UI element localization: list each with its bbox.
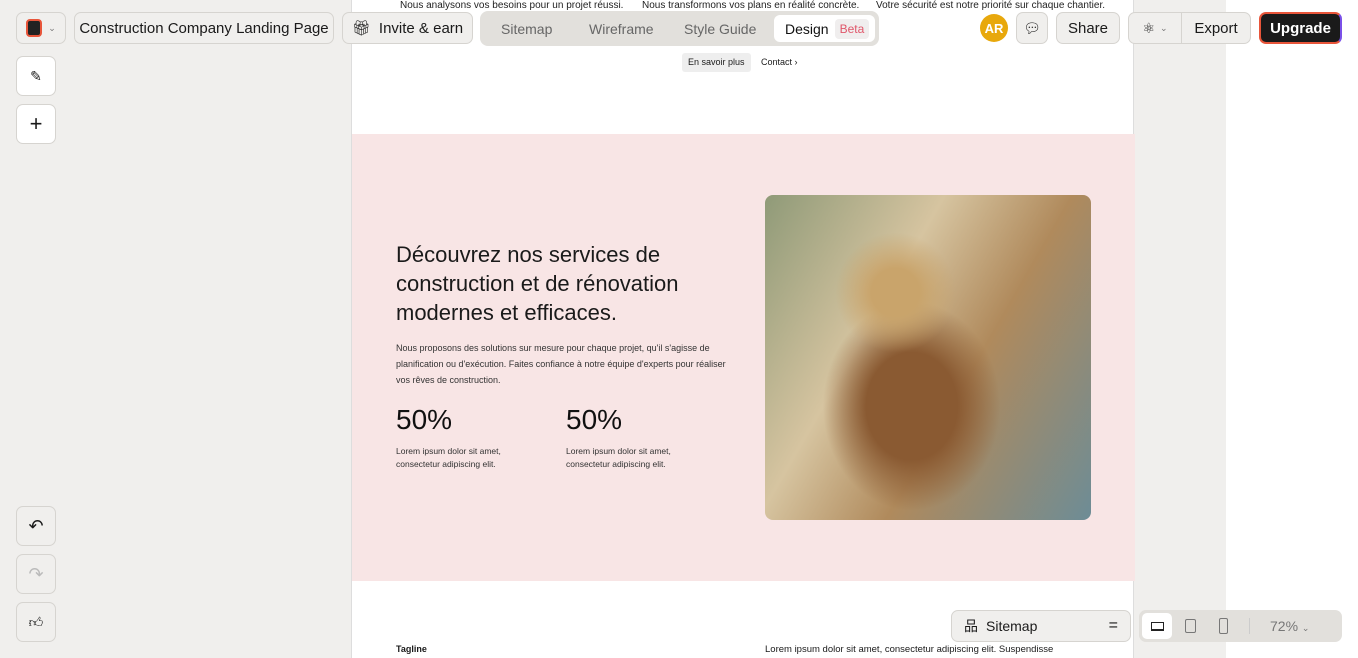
avatar[interactable]: AR — [980, 14, 1008, 42]
upgrade-button[interactable]: Upgrade — [1259, 12, 1342, 44]
stat-value: 50% — [566, 404, 623, 435]
menu-icon: = — [1108, 617, 1118, 634]
mobile-view-button[interactable] — [1219, 618, 1228, 634]
canvas-page: Nous analysons vos besoins pour un proje… — [351, 0, 1135, 658]
export-button[interactable]: Export — [1182, 20, 1250, 37]
add-button[interactable]: + — [16, 104, 56, 144]
tab-design-label: Design — [785, 20, 829, 37]
tab-wireframe[interactable]: Wireframe — [589, 15, 654, 42]
magic-wand-icon: ✎ — [30, 67, 42, 84]
chat-icon: 💬︎ — [1023, 19, 1041, 36]
tab-style-guide[interactable]: Style Guide — [684, 15, 756, 42]
chevron-right-icon: › — [794, 57, 798, 67]
feature-text: Nous analysons vos besoins pour un proje… — [400, 0, 624, 11]
right-panel — [1226, 0, 1358, 658]
export-group: ⚛ ⌄ Export — [1128, 12, 1251, 44]
sitemap-panel-toggle[interactable]: 品 Sitemap = — [951, 610, 1131, 642]
feature-text: Votre sécurité est notre priorité sur ch… — [876, 0, 1106, 11]
project-title[interactable]: Construction Company Landing Page — [74, 12, 334, 44]
gift-icon: 🎁︎ — [351, 20, 371, 37]
undo-icon: ↶ — [28, 515, 44, 536]
feature-text: Nous transformons vos plans en réalité c… — [642, 0, 860, 11]
view-tabs: Sitemap Wireframe Style Guide Design Bet… — [480, 11, 879, 46]
tagline: Tagline — [396, 644, 427, 654]
logo-icon — [26, 19, 43, 37]
undo-button[interactable]: ↶ — [16, 506, 56, 546]
share-button[interactable]: Share — [1056, 12, 1120, 44]
tablet-view-button[interactable] — [1185, 619, 1196, 633]
hero-section: Découvrez nos services de construction e… — [352, 134, 1135, 581]
sitemap-icon: 品 — [964, 618, 978, 634]
stat-value: 50% — [396, 404, 453, 435]
magic-edit-button[interactable]: ✎ — [16, 56, 56, 96]
section-text: Lorem ipsum dolor sit amet, consectetur … — [765, 644, 1054, 655]
chevron-down-icon: ⌄ — [1160, 22, 1168, 33]
learn-more-button[interactable]: En savoir plus — [682, 53, 751, 72]
react-icon: ⚛ — [1142, 19, 1155, 36]
desktop-view-button[interactable] — [1142, 613, 1172, 639]
invite-label: Invite & earn — [378, 19, 464, 37]
hero-image — [765, 195, 1091, 520]
contact-label: Contact — [761, 57, 793, 67]
comment-button[interactable]: 💬︎ — [1016, 12, 1048, 44]
tab-sitemap[interactable]: Sitemap — [501, 15, 552, 42]
chevron-down-icon: ⌄ — [1301, 623, 1310, 633]
divider — [1249, 618, 1250, 634]
beta-badge: Beta — [834, 18, 870, 39]
tab-design[interactable]: Design Beta — [774, 15, 875, 42]
redo-icon: ↷ — [28, 563, 44, 584]
sitemap-label: Sitemap — [986, 618, 1038, 634]
laptop-icon — [1150, 621, 1164, 631]
framework-select[interactable]: ⚛ ⌄ — [1129, 13, 1182, 43]
stat-desc: Lorem ipsum dolor sit amet, consectetur … — [396, 446, 501, 469]
stat-desc: Lorem ipsum dolor sit amet, consectetur … — [566, 446, 671, 469]
feedback-button[interactable]: 👍︎ — [16, 602, 56, 642]
zoom-select[interactable]: 72% ⌄ — [1270, 618, 1309, 634]
hero-title: Découvrez nos services de construction e… — [396, 242, 679, 325]
redo-button[interactable]: ↷ — [16, 554, 56, 594]
hero-body: Nous proposons des solutions sur mesure … — [396, 343, 726, 385]
chevron-down-icon: ⌄ — [48, 22, 56, 33]
thumbs-icon: 👍︎ — [28, 613, 44, 630]
logo-menu-button[interactable]: ⌄ — [16, 12, 66, 44]
contact-link[interactable]: Contact › — [761, 53, 798, 72]
device-bar: 72% ⌄ — [1139, 610, 1342, 642]
zoom-value: 72% — [1270, 618, 1299, 634]
invite-button[interactable]: 🎁︎ Invite & earn — [342, 12, 473, 44]
plus-icon: + — [29, 111, 43, 136]
